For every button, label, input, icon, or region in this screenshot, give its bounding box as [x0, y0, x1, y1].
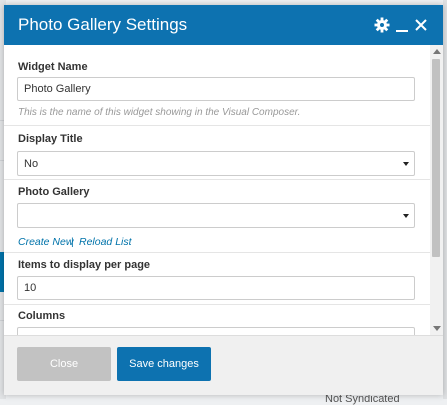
chevron-down-icon — [403, 214, 409, 218]
modal-header: Photo Gallery Settings — [4, 5, 443, 45]
scroll-up-icon[interactable] — [433, 49, 441, 54]
widget-name-label: Widget Name — [18, 61, 88, 73]
create-new-link[interactable]: Create New — [18, 236, 73, 248]
scrollbar-thumb[interactable] — [432, 59, 440, 257]
gear-icon[interactable] — [374, 17, 390, 33]
modal-title: Photo Gallery Settings — [18, 15, 188, 34]
widget-name-help: This is the name of this widget showing … — [18, 107, 301, 118]
modal-footer: Close Save changes — [4, 335, 443, 395]
save-changes-button[interactable]: Save changes — [117, 347, 211, 381]
reload-list-link[interactable]: Reload List — [79, 236, 132, 248]
items-per-page-input[interactable]: 10 — [17, 276, 415, 300]
background-page-right — [443, 0, 447, 399]
field-divider — [4, 125, 430, 126]
link-separator: | — [71, 236, 74, 248]
columns-label: Columns — [18, 310, 66, 322]
columns-select[interactable]: 1 — [17, 327, 415, 335]
scroll-down-icon[interactable] — [433, 326, 441, 331]
content-scrollbar[interactable] — [430, 45, 443, 335]
field-divider — [4, 304, 430, 305]
settings-modal: Photo Gallery Settings Widget Name Photo… — [4, 5, 443, 395]
close-button[interactable]: Close — [17, 347, 111, 381]
display-title-value: No — [24, 158, 39, 170]
widget-name-input[interactable]: Photo Gallery — [17, 77, 415, 101]
display-title-select[interactable]: No — [17, 151, 415, 176]
field-divider — [4, 252, 430, 253]
modal-content: Widget Name Photo Gallery This is the na… — [4, 45, 430, 335]
items-per-page-label: Items to display per page — [18, 259, 151, 271]
field-divider — [4, 179, 430, 180]
photo-gallery-select[interactable] — [17, 203, 415, 228]
minimize-icon[interactable] — [394, 17, 410, 33]
display-title-label: Display Title — [18, 133, 83, 145]
photo-gallery-label: Photo Gallery — [18, 186, 90, 198]
chevron-down-icon — [403, 162, 409, 166]
close-icon[interactable] — [413, 17, 429, 33]
